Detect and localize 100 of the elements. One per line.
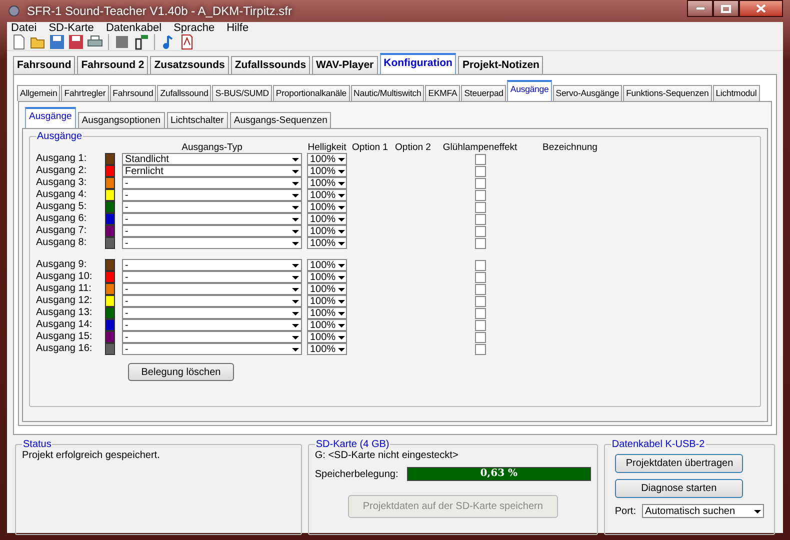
brightness-dropdown[interactable]: 100% xyxy=(307,331,347,343)
tab[interactable]: Lichtschalter xyxy=(166,112,228,128)
type-dropdown[interactable]: - xyxy=(122,343,302,355)
tab[interactable]: Fahrsound xyxy=(13,56,76,74)
minimize-button[interactable] xyxy=(687,0,713,17)
tab[interactable]: Lichtmodul xyxy=(712,85,760,101)
tab[interactable]: Servo-Ausgänge xyxy=(552,85,622,101)
tab[interactable]: Ausgänge xyxy=(507,80,552,101)
type-dropdown[interactable]: Fernlicht xyxy=(122,165,302,177)
brightness-dropdown[interactable]: 100% xyxy=(307,295,347,307)
tab[interactable]: Nautic/Multiswitch xyxy=(350,85,424,101)
tab[interactable]: Zufallssounds xyxy=(230,56,310,74)
type-dropdown[interactable]: - xyxy=(122,201,302,213)
clear-button[interactable]: Belegung löschen xyxy=(128,363,234,381)
type-dropdown[interactable]: - xyxy=(122,237,302,249)
tab[interactable]: Fahrtregler xyxy=(61,85,109,101)
tab[interactable]: Projekt-Notizen xyxy=(458,56,544,74)
type-dropdown[interactable]: - xyxy=(122,177,302,189)
output-label: Ausgang 5: xyxy=(36,201,88,213)
maximize-button[interactable] xyxy=(713,0,739,17)
checkbox[interactable] xyxy=(474,226,486,236)
cable-plug-icon[interactable] xyxy=(133,34,149,50)
brightness-dropdown[interactable]: 100% xyxy=(307,271,347,283)
brightness-dropdown[interactable]: 100% xyxy=(307,165,347,177)
brightness-dropdown[interactable]: 100% xyxy=(307,319,347,331)
checkbox[interactable] xyxy=(474,238,486,248)
tab[interactable]: WAV-Player xyxy=(312,56,378,74)
type-dropdown[interactable]: - xyxy=(122,283,302,295)
type-dropdown[interactable]: - xyxy=(122,307,302,319)
tab[interactable]: S-BUS/SUMD xyxy=(212,85,272,101)
type-dropdown[interactable]: - xyxy=(122,225,302,237)
app-icon xyxy=(7,4,21,18)
tab[interactable]: Fahrsound xyxy=(110,85,156,101)
type-dropdown[interactable]: - xyxy=(122,271,302,283)
type-dropdown[interactable]: - xyxy=(122,319,302,331)
tab[interactable]: Ausgänge xyxy=(25,107,76,128)
checkbox[interactable] xyxy=(474,308,486,318)
type-dropdown[interactable]: - xyxy=(122,213,302,225)
brightness-dropdown[interactable]: 100% xyxy=(307,189,347,201)
type-dropdown[interactable]: - xyxy=(122,189,302,201)
checkbox[interactable] xyxy=(474,320,486,330)
tab[interactable]: Steuerpad xyxy=(461,85,506,101)
output-label: Ausgang 16: xyxy=(36,343,94,355)
brightness-dropdown[interactable]: 100% xyxy=(307,283,347,295)
menu-item[interactable]: SD-Karte xyxy=(48,22,94,34)
checkbox[interactable] xyxy=(474,190,486,200)
checkbox[interactable] xyxy=(474,296,486,306)
group-title: Status xyxy=(22,439,52,450)
checkbox[interactable] xyxy=(474,202,486,212)
checkbox[interactable] xyxy=(474,284,486,294)
tab[interactable]: Funktions-Sequenzen xyxy=(623,85,712,101)
tab[interactable]: Proportionalkanäle xyxy=(272,85,350,101)
menu-item[interactable]: Sprache xyxy=(174,22,215,34)
output-label: Ausgang 15: xyxy=(36,331,94,343)
checkbox[interactable] xyxy=(474,166,486,176)
save-as-icon[interactable] xyxy=(68,34,84,50)
menu-item[interactable]: Datei xyxy=(11,22,37,34)
sd-card-icon[interactable] xyxy=(114,34,130,50)
checkbox[interactable] xyxy=(474,260,486,270)
output-label: Ausgang 6: xyxy=(36,213,88,225)
brightness-dropdown[interactable]: 100% xyxy=(307,213,347,225)
group-title: SD-Karte (4 GB) xyxy=(314,439,390,450)
action-button[interactable]: Projektdaten übertragen xyxy=(614,454,743,473)
menu-item[interactable]: Hilfe xyxy=(226,22,249,34)
brightness-dropdown[interactable]: 100% xyxy=(307,307,347,319)
brightness-dropdown[interactable]: 100% xyxy=(307,343,347,355)
type-dropdown[interactable]: Standlicht xyxy=(122,153,302,165)
brightness-dropdown[interactable]: 100% xyxy=(307,153,347,165)
group-title: Datenkabel K-USB-2 xyxy=(610,439,706,450)
checkbox[interactable] xyxy=(474,332,486,342)
checkbox[interactable] xyxy=(474,272,486,282)
checkbox[interactable] xyxy=(474,344,486,354)
brightness-dropdown[interactable]: 100% xyxy=(307,237,347,249)
brightness-dropdown[interactable]: 100% xyxy=(307,225,347,237)
checkbox[interactable] xyxy=(474,154,486,164)
port-dropdown[interactable]: Automatisch suchen xyxy=(642,504,764,518)
brightness-dropdown[interactable]: 100% xyxy=(307,201,347,213)
action-button[interactable]: Diagnose starten xyxy=(614,479,743,498)
tab[interactable]: Zufallssound xyxy=(157,85,212,101)
tab[interactable]: EKMFA xyxy=(425,85,460,101)
port-label: Port: xyxy=(614,506,636,516)
save-icon[interactable] xyxy=(49,34,65,50)
close-button[interactable] xyxy=(739,0,783,17)
tab[interactable]: Fahrsound 2 xyxy=(77,56,148,74)
tab[interactable]: Allgemein xyxy=(17,85,60,101)
output-label: Ausgang 2: xyxy=(36,165,88,177)
tab[interactable]: Konfiguration xyxy=(380,53,456,74)
menu-item[interactable]: Datenkabel xyxy=(106,22,162,34)
type-dropdown[interactable]: - xyxy=(122,295,302,307)
pdf-document-icon[interactable] xyxy=(179,34,195,50)
tab[interactable]: Ausgangsoptionen xyxy=(78,112,165,128)
tab[interactable]: Zusatzsounds xyxy=(150,56,229,74)
checkbox[interactable] xyxy=(474,178,486,188)
tab[interactable]: Ausgangs-Sequenzen xyxy=(230,112,332,128)
type-dropdown[interactable]: - xyxy=(122,331,302,343)
checkbox[interactable] xyxy=(474,214,486,224)
brightness-dropdown[interactable]: 100% xyxy=(307,177,347,189)
output-label: Ausgang 12: xyxy=(36,295,94,307)
brightness-dropdown[interactable]: 100% xyxy=(307,259,347,271)
type-dropdown[interactable]: - xyxy=(122,259,302,271)
